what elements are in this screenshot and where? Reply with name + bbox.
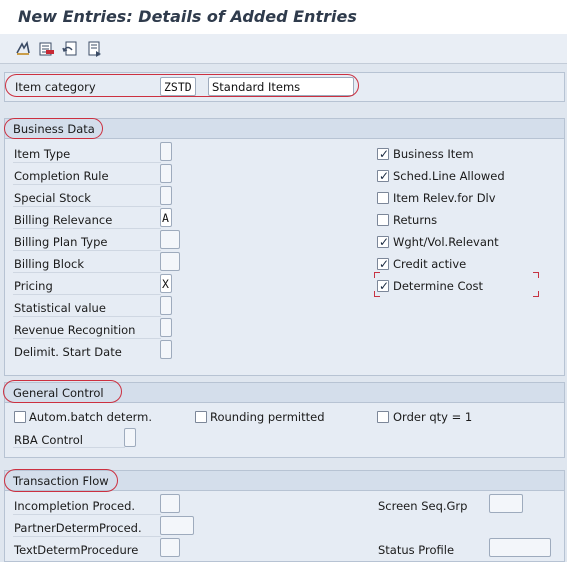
credit-active-label: Credit active (393, 257, 467, 271)
completion-rule-label: Completion Rule (14, 169, 109, 183)
title-bar: New Entries: Details of Added Entries (0, 0, 567, 34)
business-data-group: Business Data Item Type Completion Rule … (4, 118, 565, 376)
row-divider (13, 294, 161, 295)
row-divider (13, 338, 161, 339)
focus-frame-corner (374, 291, 380, 297)
item-category-description-field: Standard Items (208, 77, 354, 96)
screen-seq-grp-label: Screen Seq.Grp (378, 499, 468, 513)
focus-frame-corner (533, 272, 539, 278)
transaction-flow-title: Transaction Flow (13, 474, 109, 488)
item-relev-for-dlv-checkbox[interactable] (377, 192, 389, 204)
delimit-start-date-field[interactable] (160, 340, 172, 359)
delete-icon[interactable] (37, 40, 55, 58)
checkmark-icon: ✓ (378, 257, 390, 271)
delimit-start-date-label: Delimit. Start Date (14, 345, 122, 359)
row-divider (13, 536, 161, 537)
focus-frame-corner (374, 272, 380, 278)
rba-control-field[interactable] (124, 428, 136, 447)
row-divider (13, 272, 161, 273)
special-stock-field[interactable] (160, 186, 172, 205)
row-divider (13, 250, 161, 251)
pricing-label: Pricing (14, 279, 53, 293)
completion-rule-field[interactable] (160, 164, 172, 183)
incompletion-proced-label: Incompletion Proced. (14, 499, 136, 513)
status-profile-field[interactable] (489, 538, 551, 557)
order-qty-1-label: Order qty = 1 (393, 410, 473, 424)
incompletion-proced-field[interactable] (160, 494, 180, 513)
row-divider (13, 206, 161, 207)
business-item-checkbox[interactable]: ✓ (377, 147, 390, 161)
status-profile-label: Status Profile (378, 543, 455, 557)
change-display-icon[interactable] (14, 40, 32, 58)
billing-relevance-field[interactable]: A (160, 208, 172, 227)
checkmark-icon: ✓ (378, 169, 390, 183)
screen-seq-grp-field[interactable] (489, 494, 523, 513)
item-relev-for-dlv-label: Item Relev.for Dlv (393, 191, 496, 205)
business-item-label: Business Item (393, 147, 474, 161)
order-qty-1-checkbox[interactable] (377, 411, 389, 423)
text-determ-procedure-label: TextDetermProcedure (14, 543, 139, 557)
returns-label: Returns (393, 213, 438, 227)
rounding-permitted-checkbox[interactable] (195, 411, 207, 423)
undo-icon[interactable] (61, 40, 79, 58)
row-divider (13, 228, 161, 229)
determine-cost-label: Determine Cost (393, 279, 484, 293)
statistical-value-label: Statistical value (14, 301, 106, 315)
focus-frame-corner (533, 291, 539, 297)
autom-batch-determ-checkbox[interactable] (14, 411, 26, 423)
special-stock-label: Special Stock (14, 191, 91, 205)
wght-vol-relevant-checkbox[interactable]: ✓ (377, 235, 390, 249)
item-category-area: Item category ZSTD Standard Items (4, 72, 565, 102)
item-category-code-field[interactable]: ZSTD (160, 77, 196, 96)
general-control-header: General Control (5, 383, 564, 403)
rounding-permitted-label: Rounding permitted (210, 410, 325, 424)
copy-icon[interactable] (86, 40, 104, 58)
revenue-recognition-field[interactable] (160, 318, 172, 337)
wght-vol-relevant-label: Wght/Vol.Relevant (393, 235, 499, 249)
business-data-header: Business Data (5, 119, 564, 139)
statistical-value-field[interactable] (160, 296, 172, 315)
autom-batch-determ-label: Autom.batch determ. (29, 410, 153, 424)
transaction-flow-group: Transaction Flow Incompletion Proced. Pa… (4, 470, 565, 562)
sched-line-allowed-label: Sched.Line Allowed (393, 169, 505, 183)
pricing-field[interactable]: X (160, 274, 172, 293)
row-divider (13, 447, 125, 448)
row-divider (13, 184, 161, 185)
checkmark-icon: ✓ (378, 235, 390, 249)
row-divider (13, 316, 161, 317)
business-data-title: Business Data (13, 122, 95, 136)
returns-checkbox[interactable] (377, 214, 389, 226)
revenue-recognition-label: Revenue Recognition (14, 323, 136, 337)
application-toolbar (0, 34, 567, 64)
row-divider (13, 162, 161, 163)
credit-active-checkbox[interactable]: ✓ (377, 257, 390, 271)
partner-determ-proced-label: PartnerDetermProced. (14, 521, 142, 535)
item-type-label: Item Type (14, 147, 71, 161)
checkmark-icon: ✓ (378, 147, 390, 161)
rba-control-label: RBA Control (14, 433, 83, 447)
general-control-group: General Control Autom.batch determ. Roun… (4, 382, 565, 458)
billing-block-field[interactable] (160, 252, 180, 271)
partner-determ-proced-field[interactable] (160, 516, 194, 535)
billing-block-label: Billing Block (14, 257, 85, 271)
sched-line-allowed-checkbox[interactable]: ✓ (377, 169, 390, 183)
billing-plan-type-field[interactable] (160, 230, 180, 249)
page-title: New Entries: Details of Added Entries (18, 7, 357, 26)
billing-plan-type-label: Billing Plan Type (14, 235, 108, 249)
item-type-field[interactable] (160, 142, 172, 161)
text-determ-procedure-field[interactable] (160, 538, 180, 557)
row-divider (13, 514, 161, 515)
general-control-title: General Control (13, 386, 104, 400)
transaction-flow-header: Transaction Flow (5, 471, 564, 491)
item-category-label: Item category (15, 80, 96, 94)
billing-relevance-label: Billing Relevance (14, 213, 113, 227)
